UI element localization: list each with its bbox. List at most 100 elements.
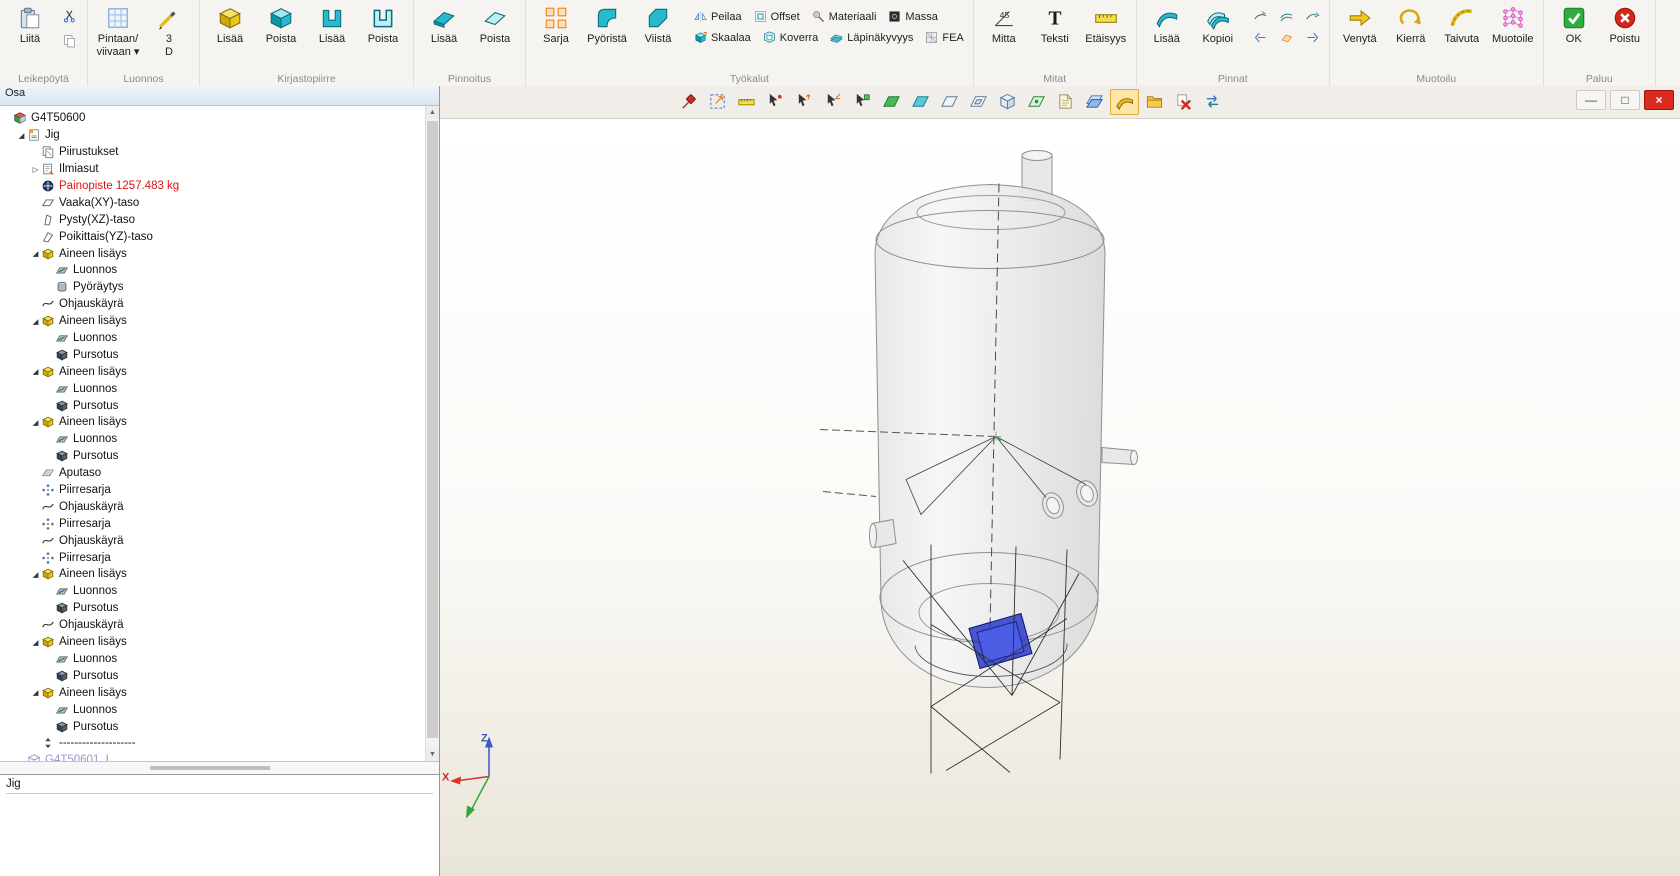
vtool-delete[interactable] xyxy=(1170,89,1197,113)
expanded-arrow-icon[interactable]: ◢ xyxy=(16,131,27,140)
ribbon-button-kopioi[interactable]: Kopioi xyxy=(1193,3,1243,46)
tree-item-luonnos[interactable]: Luonnos xyxy=(0,380,425,397)
vtool-folder[interactable] xyxy=(1141,89,1168,113)
tree-item-py-r-ytys[interactable]: Pyöräytys xyxy=(0,279,425,296)
tree-item-luonnos[interactable]: Luonnos xyxy=(0,583,425,600)
tree-item-pursotus[interactable]: Pursotus xyxy=(0,718,425,735)
tree-item-piirresarja[interactable]: Piirresarja xyxy=(0,549,425,566)
ribbon-button-lis[interactable]: Lisää xyxy=(205,3,255,46)
tree-item-ilmiasut[interactable]: ▷Ilmiasut xyxy=(0,161,425,178)
ribbon-button-mitta[interactable]: 45Mitta xyxy=(979,3,1029,46)
tree-item-aineen-lis-ys[interactable]: ◢Aineen lisäys xyxy=(0,363,425,380)
ribbon-button-surf-right[interactable] xyxy=(1301,29,1324,46)
expanded-arrow-icon[interactable]: ◢ xyxy=(30,418,41,427)
collapsed-arrow-icon[interactable]: ▷ xyxy=(30,165,41,174)
tree-item-g4t50600[interactable]: G4T50600 xyxy=(0,110,425,127)
tree-item-vaaka-xy-taso[interactable]: Vaaka(XY)-taso xyxy=(0,194,425,211)
vtool-surface-active[interactable] xyxy=(1110,89,1139,115)
vtool-snap-free[interactable] xyxy=(762,89,789,113)
ribbon-button-materiaali[interactable]: Materiaali xyxy=(807,8,881,25)
ribbon-button-l-pin-kyvyys[interactable]: Läpinäkyvyys xyxy=(825,29,917,46)
tree-item-pursotus[interactable]: Pursotus xyxy=(0,667,425,684)
vtool-pin[interactable] xyxy=(675,89,702,113)
ribbon-button-copy[interactable] xyxy=(58,32,82,50)
tree-item-aineen-lis-ys[interactable]: ◢Aineen lisäys xyxy=(0,566,425,583)
tree-item-aineen-lis-ys[interactable]: ◢Aineen lisäys xyxy=(0,414,425,431)
expanded-arrow-icon[interactable]: ◢ xyxy=(30,570,41,579)
ribbon-button-offset[interactable]: Offset xyxy=(749,8,804,25)
tree-item-aineen-lis-ys[interactable]: ◢Aineen lisäys xyxy=(0,245,425,262)
ribbon-button-peilaa[interactable]: Peilaa xyxy=(689,8,746,25)
ribbon-button-venyt[interactable]: Venytä xyxy=(1335,3,1385,46)
vtool-plane-outline[interactable] xyxy=(936,89,963,113)
vtool-sheet[interactable] xyxy=(1052,89,1079,113)
vertical-scrollbar[interactable]: ▲ ▼ xyxy=(425,106,439,761)
tree-item-aineen-lis-ys[interactable]: ◢Aineen lisäys xyxy=(0,313,425,330)
vtool-pick-part[interactable] xyxy=(849,89,876,113)
scroll-down-arrow[interactable]: ▼ xyxy=(426,748,439,761)
tree-item-jig[interactable]: ◢Jig xyxy=(0,127,425,144)
expanded-arrow-icon[interactable]: ◢ xyxy=(30,317,41,326)
tree-item-pursotus[interactable]: Pursotus xyxy=(0,448,425,465)
expanded-arrow-icon[interactable]: ◢ xyxy=(30,367,41,376)
ribbon-button-surf-extend[interactable] xyxy=(1301,8,1324,25)
expanded-arrow-icon[interactable]: ◢ xyxy=(30,249,41,258)
expanded-arrow-icon[interactable]: ◢ xyxy=(30,638,41,647)
tree-item-piirresarja[interactable]: Piirresarja xyxy=(0,515,425,532)
vtool-measure[interactable] xyxy=(733,89,760,113)
tree-item-painopiste-1257-483-kg[interactable]: Painopiste 1257.483 kg xyxy=(0,178,425,195)
tree-item-pursotus[interactable]: Pursotus xyxy=(0,397,425,414)
vtool-snap-vertex[interactable] xyxy=(791,89,818,113)
ribbon-button-cut[interactable] xyxy=(58,7,82,25)
ribbon-button-muotoile[interactable]: Muotoile xyxy=(1488,3,1538,46)
ribbon-button-poista[interactable]: Poista xyxy=(470,3,520,46)
vtool-fit[interactable] xyxy=(704,89,731,113)
tree-item-pursotus[interactable]: Pursotus xyxy=(0,346,425,363)
ribbon-button-surf-mid[interactable] xyxy=(1275,29,1298,46)
tree-item-ohjausk-yr[interactable]: Ohjauskäyrä xyxy=(0,532,425,549)
tree-item-luonnos[interactable]: Luonnos xyxy=(0,431,425,448)
ribbon-button-lis[interactable]: Lisää xyxy=(1142,3,1192,46)
ribbon-button-surf-merge[interactable] xyxy=(1275,8,1298,25)
vtool-box-outline[interactable] xyxy=(994,89,1021,113)
maximize-button[interactable]: □ xyxy=(1610,90,1640,110)
tree-item-pursotus[interactable]: Pursotus xyxy=(0,600,425,617)
ribbon-button-liit[interactable]: Liitä xyxy=(5,3,55,46)
tree-item-aineen-lis-ys[interactable]: ◢Aineen lisäys xyxy=(0,684,425,701)
ribbon-button-sarja[interactable]: Sarja xyxy=(531,3,581,46)
ribbon-button-lis[interactable]: Lisää xyxy=(419,3,469,46)
horizontal-scrollbar[interactable] xyxy=(0,761,439,774)
tree-item-piirustukset[interactable]: Piirustukset xyxy=(0,144,425,161)
tree-item-g4t50601-l[interactable]: G4T50601 .L xyxy=(0,752,425,761)
tree-item-luonnos[interactable]: Luonnos xyxy=(0,651,425,668)
close-button[interactable]: × xyxy=(1644,90,1674,110)
scroll-up-arrow[interactable]: ▲ xyxy=(426,106,439,119)
expanded-arrow-icon[interactable]: ◢ xyxy=(30,688,41,697)
vtool-planes-blue[interactable] xyxy=(1081,89,1108,113)
ribbon-button-skaalaa[interactable]: Skaalaa xyxy=(689,29,755,46)
ribbon-button-py-rist[interactable]: Pyöristä xyxy=(582,3,632,46)
ribbon-button-fea[interactable]: FEA xyxy=(920,29,967,46)
tree-item-poikittais-yz-taso[interactable]: Poikittais(YZ)-taso xyxy=(0,228,425,245)
ribbon-button-poista[interactable]: Poista xyxy=(358,3,408,46)
ribbon-button-massa[interactable]: Massa xyxy=(883,8,941,25)
scroll-thumb[interactable] xyxy=(427,121,438,738)
ribbon-button-poistu[interactable]: Poistu xyxy=(1600,3,1650,46)
vtool-plane-green2[interactable] xyxy=(1023,89,1050,113)
tree-item-piirresarja[interactable]: Piirresarja xyxy=(0,482,425,499)
tree-item-aputaso[interactable]: Aputaso xyxy=(0,465,425,482)
tree-item-luonnos[interactable]: Luonnos xyxy=(0,262,425,279)
vtool-swap[interactable] xyxy=(1199,89,1226,113)
3d-model-svg[interactable]: Z X xyxy=(440,119,1680,876)
tree-item-aineen-lis-ys[interactable]: ◢Aineen lisäys xyxy=(0,634,425,651)
ribbon-button-pintaan-viivaan[interactable]: Pintaan/ viivaan ▾ xyxy=(93,3,143,58)
tree-item-ohjausk-yr[interactable]: Ohjauskäyrä xyxy=(0,617,425,634)
vtool-plane-outline2[interactable] xyxy=(965,89,992,113)
tree-item-item[interactable]: -------------------- xyxy=(0,735,425,752)
ribbon-button-poista[interactable]: Poista xyxy=(256,3,306,46)
ribbon-button-surf-split[interactable] xyxy=(1249,8,1272,25)
tree-item-ohjausk-yr[interactable]: Ohjauskäyrä xyxy=(0,296,425,313)
ribbon-button-teksti[interactable]: TTeksti xyxy=(1030,3,1080,46)
3d-scene[interactable]: Z X xyxy=(440,119,1680,876)
ribbon-button-lis[interactable]: Lisää xyxy=(307,3,357,46)
